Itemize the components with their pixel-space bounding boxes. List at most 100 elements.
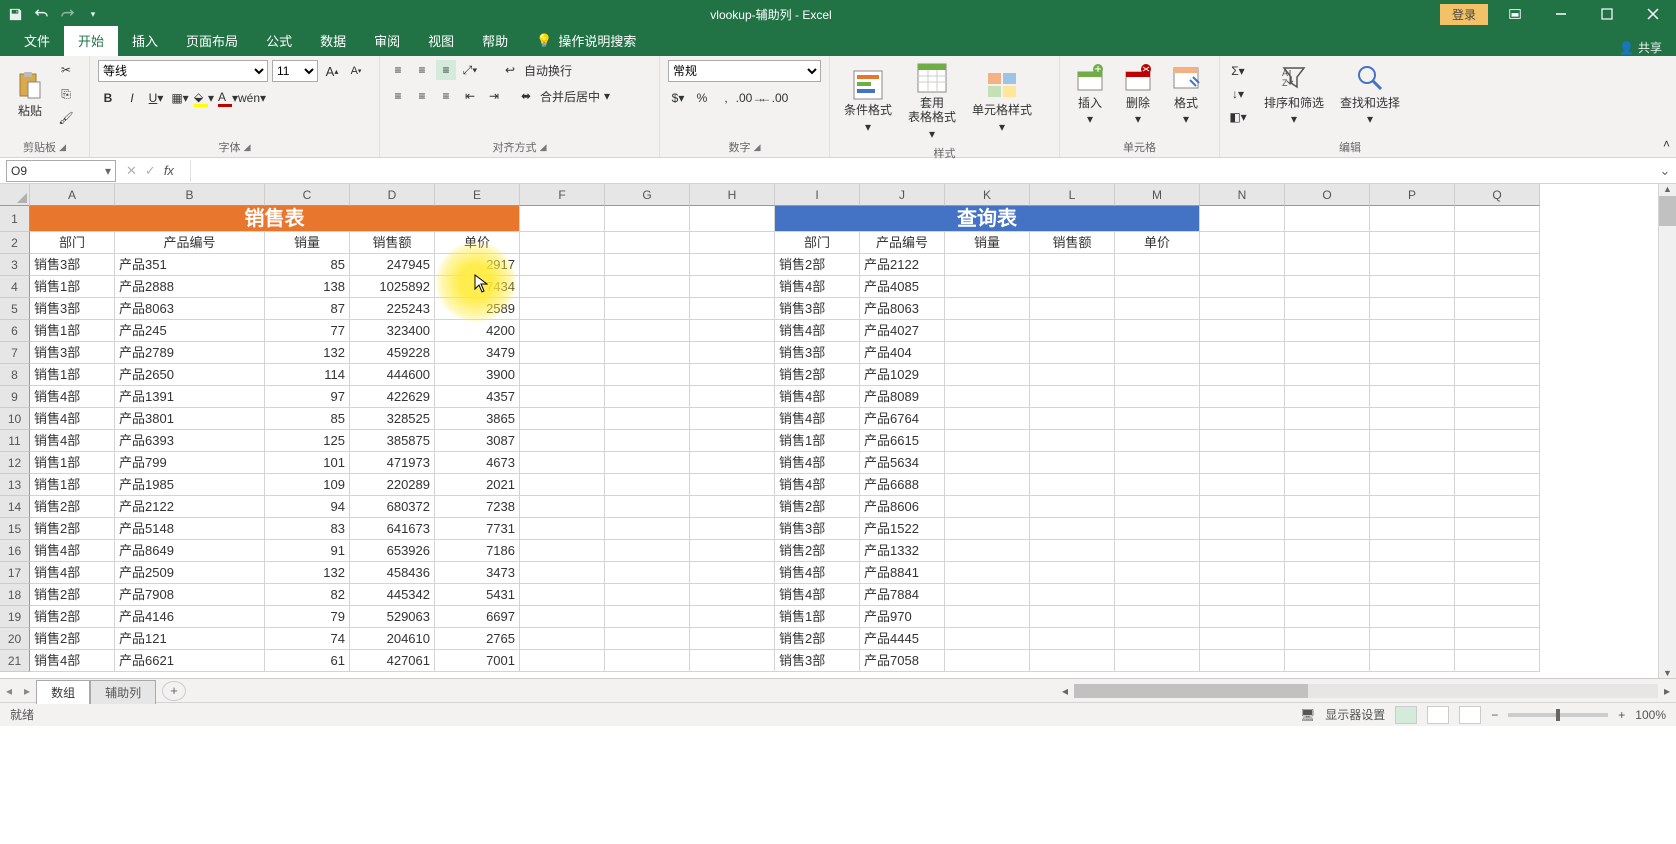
cell[interactable] [1285, 342, 1370, 364]
cell[interactable]: 61 [265, 650, 350, 672]
cell[interactable]: 产品4445 [860, 628, 945, 650]
cell[interactable] [1370, 606, 1455, 628]
hscroll-thumb[interactable] [1074, 684, 1308, 698]
cell[interactable] [945, 540, 1030, 562]
cell[interactable] [1370, 408, 1455, 430]
cell[interactable]: 138 [265, 276, 350, 298]
cell[interactable]: 225243 [350, 298, 435, 320]
cell[interactable]: 7238 [435, 496, 520, 518]
sheet-tab-active[interactable]: 数组 [36, 680, 90, 704]
cell[interactable]: 销售4部 [30, 430, 115, 452]
cell[interactable] [690, 540, 775, 562]
cell[interactable]: 部门 [30, 232, 115, 254]
cell[interactable] [1030, 342, 1115, 364]
cell[interactable] [605, 518, 690, 540]
cell[interactable]: 94 [265, 496, 350, 518]
col-header-F[interactable]: F [520, 184, 605, 206]
percent-icon[interactable]: % [692, 88, 712, 108]
cell[interactable] [690, 518, 775, 540]
cell[interactable]: 125 [265, 430, 350, 452]
cell[interactable]: 653926 [350, 540, 435, 562]
number-dialog-launcher-icon[interactable]: ◢ [754, 142, 761, 152]
cell[interactable]: 产品4146 [115, 606, 265, 628]
cell[interactable]: 产品6764 [860, 408, 945, 430]
cell[interactable] [605, 298, 690, 320]
cell[interactable]: 91 [265, 540, 350, 562]
display-settings-label[interactable]: 显示器设置 [1325, 706, 1385, 723]
cell[interactable]: 459228 [350, 342, 435, 364]
border-icon[interactable]: ▦▾ [170, 88, 190, 108]
cell[interactable] [520, 452, 605, 474]
display-settings-icon[interactable]: 🖥 [1300, 708, 1315, 722]
cell[interactable]: 产品2509 [115, 562, 265, 584]
cell[interactable]: 产品6688 [860, 474, 945, 496]
cell[interactable] [690, 364, 775, 386]
cell[interactable]: 328525 [350, 408, 435, 430]
cell[interactable]: 2021 [435, 474, 520, 496]
cell[interactable] [605, 276, 690, 298]
cell[interactable] [945, 430, 1030, 452]
cell[interactable] [1455, 320, 1540, 342]
cell[interactable]: 6697 [435, 606, 520, 628]
zoom-out-icon[interactable]: − [1491, 708, 1498, 722]
cell[interactable] [1200, 540, 1285, 562]
cell[interactable] [690, 584, 775, 606]
cell[interactable] [1030, 276, 1115, 298]
cell[interactable] [1115, 496, 1200, 518]
cell[interactable] [520, 430, 605, 452]
fill-color-icon[interactable]: ⬙▾ [194, 88, 214, 108]
cell[interactable]: 销售1部 [30, 474, 115, 496]
cell[interactable]: 444600 [350, 364, 435, 386]
cell[interactable] [1200, 254, 1285, 276]
cell[interactable]: 销售4部 [775, 386, 860, 408]
cell[interactable] [945, 386, 1030, 408]
merge-center-icon[interactable]: ⬌ [516, 86, 536, 106]
cell[interactable] [690, 562, 775, 584]
cell[interactable]: 4673 [435, 452, 520, 474]
cell[interactable]: 471973 [350, 452, 435, 474]
cell[interactable]: 销售4部 [775, 474, 860, 496]
cell[interactable] [1200, 562, 1285, 584]
paste-button[interactable]: 粘贴 [8, 68, 52, 120]
cell[interactable]: 销售额 [350, 232, 435, 254]
cell[interactable] [605, 386, 690, 408]
cell[interactable]: 204610 [350, 628, 435, 650]
col-header-P[interactable]: P [1370, 184, 1455, 206]
tab-formulas[interactable]: 公式 [252, 26, 306, 56]
cell[interactable]: 114 [265, 364, 350, 386]
cell[interactable] [605, 562, 690, 584]
normal-view-icon[interactable] [1395, 706, 1417, 724]
cell[interactable] [1370, 474, 1455, 496]
cell[interactable]: 产品2122 [115, 496, 265, 518]
row-header[interactable]: 2 [0, 232, 30, 254]
cell[interactable] [690, 606, 775, 628]
cell[interactable] [1285, 606, 1370, 628]
row-header[interactable]: 18 [0, 584, 30, 606]
align-left-icon[interactable]: ≡ [388, 86, 408, 106]
cell[interactable]: 529063 [350, 606, 435, 628]
cell[interactable]: 产品8063 [860, 298, 945, 320]
tab-home[interactable]: 开始 [64, 26, 118, 56]
cell[interactable] [690, 254, 775, 276]
row-header[interactable]: 7 [0, 342, 30, 364]
increase-indent-icon[interactable]: ⇥ [484, 86, 504, 106]
col-header-L[interactable]: L [1030, 184, 1115, 206]
wrap-text-icon[interactable]: ↩ [500, 60, 520, 80]
merge-center-label[interactable]: 合并后居中 [540, 88, 600, 105]
accounting-icon[interactable]: $▾ [668, 88, 688, 108]
cell[interactable]: 产品3801 [115, 408, 265, 430]
cell[interactable] [1030, 562, 1115, 584]
row-header[interactable]: 8 [0, 364, 30, 386]
cell[interactable]: 销售2部 [30, 606, 115, 628]
cell[interactable]: 422629 [350, 386, 435, 408]
cell[interactable] [945, 254, 1030, 276]
cell[interactable] [1200, 496, 1285, 518]
cell[interactable]: 产品8649 [115, 540, 265, 562]
cell[interactable] [605, 342, 690, 364]
cell[interactable] [1030, 298, 1115, 320]
qat-dropdown-icon[interactable]: ▾ [84, 5, 102, 23]
cell[interactable] [520, 232, 605, 254]
cell[interactable]: 3865 [435, 408, 520, 430]
cell[interactable] [605, 206, 690, 232]
cell[interactable]: 74 [265, 628, 350, 650]
